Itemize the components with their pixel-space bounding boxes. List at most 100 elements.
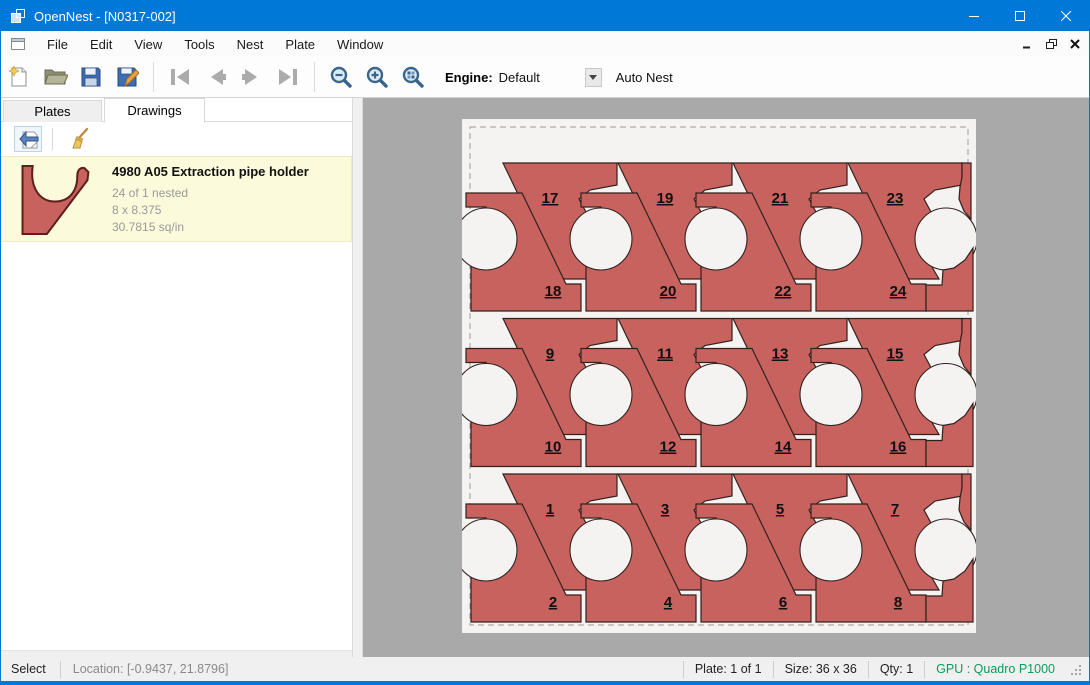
next-arrow-icon bbox=[239, 66, 265, 88]
part-number[interactable]: 2 bbox=[549, 594, 557, 611]
import-drawing-icon bbox=[17, 128, 39, 150]
part-thumbnail bbox=[16, 163, 98, 242]
menu-view[interactable]: View bbox=[123, 33, 173, 56]
part-number[interactable]: 5 bbox=[776, 501, 784, 518]
app-icon bbox=[10, 8, 26, 24]
clear-drawings-button[interactable] bbox=[65, 126, 93, 152]
part-number[interactable]: 22 bbox=[775, 283, 792, 300]
close-button[interactable] bbox=[1043, 1, 1089, 31]
save-icon bbox=[79, 65, 103, 89]
left-panel: Plates Drawings bbox=[1, 98, 352, 659]
save-as-icon bbox=[115, 65, 139, 89]
mdi-restore-button[interactable] bbox=[1043, 36, 1059, 52]
first-plate-button[interactable] bbox=[163, 60, 197, 94]
resize-grip[interactable] bbox=[1070, 664, 1083, 680]
menu-plate[interactable]: Plate bbox=[274, 33, 326, 56]
engine-dropdown-button[interactable] bbox=[585, 68, 602, 87]
mdi-minimize-button[interactable] bbox=[1019, 36, 1035, 52]
part-number[interactable]: 20 bbox=[660, 283, 677, 300]
save-button[interactable] bbox=[74, 60, 108, 94]
previous-plate-button[interactable] bbox=[199, 60, 233, 94]
pipe-notch bbox=[800, 208, 862, 270]
auto-nest-button[interactable]: Auto Nest bbox=[616, 70, 673, 85]
last-plate-button[interactable] bbox=[271, 60, 305, 94]
broom-icon bbox=[67, 127, 91, 151]
part-number[interactable]: 10 bbox=[545, 439, 562, 456]
part-number[interactable]: 6 bbox=[779, 594, 787, 611]
return-drawing-button[interactable] bbox=[14, 126, 42, 152]
pipe-notch bbox=[570, 519, 632, 581]
mdi-close-button[interactable] bbox=[1067, 36, 1083, 52]
part-number[interactable]: 23 bbox=[887, 190, 904, 207]
minimize-icon bbox=[969, 11, 980, 22]
part-number[interactable]: 8 bbox=[894, 594, 902, 611]
minimize-button[interactable] bbox=[951, 1, 997, 31]
part-number[interactable]: 24 bbox=[890, 283, 907, 300]
mdi-close-icon bbox=[1070, 39, 1080, 49]
part-number[interactable]: 18 bbox=[545, 283, 562, 300]
part-number[interactable]: 14 bbox=[775, 439, 792, 456]
tab-drawings[interactable]: Drawings bbox=[104, 98, 205, 123]
open-button[interactable] bbox=[38, 60, 72, 94]
zoom-extents-icon bbox=[400, 64, 426, 90]
part-number[interactable]: 3 bbox=[661, 501, 669, 518]
part-number[interactable]: 9 bbox=[546, 346, 554, 363]
menu-tools[interactable]: Tools bbox=[173, 33, 225, 56]
drawing-area: 30.7815 sq/in bbox=[112, 219, 309, 236]
next-plate-button[interactable] bbox=[235, 60, 269, 94]
part-number[interactable]: 17 bbox=[542, 190, 559, 207]
pipe-notch bbox=[685, 519, 747, 581]
zoom-out-button[interactable] bbox=[324, 60, 358, 94]
menu-nest[interactable]: Nest bbox=[226, 33, 275, 56]
part-number[interactable]: 16 bbox=[890, 439, 907, 456]
menu-window[interactable]: Window bbox=[326, 33, 394, 56]
part-number[interactable]: 4 bbox=[664, 594, 673, 611]
part-number[interactable]: 19 bbox=[657, 190, 674, 207]
drawing-list-item[interactable]: 4980 A05 Extraction pipe holder 24 of 1 … bbox=[1, 156, 352, 242]
part-number[interactable]: 21 bbox=[772, 190, 789, 207]
save-as-button[interactable] bbox=[110, 60, 144, 94]
main-area: Plates Drawings bbox=[1, 98, 1089, 659]
new-file-icon bbox=[7, 65, 31, 89]
title-bar[interactable]: OpenNest - [N0317-002] bbox=[1, 1, 1089, 31]
tab-plates[interactable]: Plates bbox=[3, 100, 102, 122]
opennest-window: OpenNest - [N0317-002] File Edit View To… bbox=[0, 0, 1090, 685]
part-number[interactable]: 7 bbox=[891, 501, 899, 518]
plate-svg[interactable]: 171819202122232491011121314151612345678 bbox=[462, 119, 976, 633]
part-number[interactable]: 11 bbox=[657, 346, 673, 363]
mdi-restore-icon bbox=[1046, 39, 1057, 50]
mdi-minimize-icon bbox=[1022, 39, 1032, 49]
part-number[interactable]: 13 bbox=[772, 346, 789, 363]
menu-file[interactable]: File bbox=[36, 33, 79, 56]
drawing-title: 4980 A05 Extraction pipe holder bbox=[112, 164, 309, 179]
pipe-notch bbox=[685, 208, 747, 270]
pipe-notch bbox=[570, 208, 632, 270]
part-number[interactable]: 1 bbox=[546, 501, 554, 518]
toolbar-separator bbox=[314, 62, 315, 92]
status-bar: Select Location: [-0.9437, 21.8796] Plat… bbox=[1, 657, 1089, 684]
status-gpu: GPU : Quadro P1000 bbox=[925, 662, 1066, 676]
menu-edit[interactable]: Edit bbox=[79, 33, 123, 56]
new-button[interactable] bbox=[2, 60, 36, 94]
drawing-nested-count: 24 of 1 nested bbox=[112, 185, 309, 202]
zoom-out-icon bbox=[328, 64, 354, 90]
part-number[interactable]: 12 bbox=[660, 439, 677, 456]
pipe-notch bbox=[462, 519, 517, 581]
drawings-list: 4980 A05 Extraction pipe holder 24 of 1 … bbox=[1, 156, 352, 242]
nest-canvas[interactable]: 171819202122232491011121314151612345678 bbox=[363, 98, 1089, 659]
panel-tabs: Plates Drawings bbox=[1, 98, 352, 122]
part-number[interactable]: 15 bbox=[887, 346, 904, 363]
zoom-in-button[interactable] bbox=[360, 60, 394, 94]
pipe-notch bbox=[800, 519, 862, 581]
engine-label: Engine: bbox=[445, 70, 493, 85]
window-title: OpenNest - [N0317-002] bbox=[34, 9, 176, 24]
plate[interactable]: 171819202122232491011121314151612345678 bbox=[462, 119, 976, 633]
panel-splitter[interactable] bbox=[352, 98, 363, 659]
document-icon[interactable] bbox=[10, 36, 26, 52]
pipe-notch bbox=[800, 364, 862, 426]
maximize-button[interactable] bbox=[997, 1, 1043, 31]
zoom-extents-button[interactable] bbox=[396, 60, 430, 94]
engine-combobox[interactable]: Default bbox=[499, 70, 571, 85]
status-qty: Qty: 1 bbox=[869, 662, 924, 676]
zoom-in-icon bbox=[364, 64, 390, 90]
